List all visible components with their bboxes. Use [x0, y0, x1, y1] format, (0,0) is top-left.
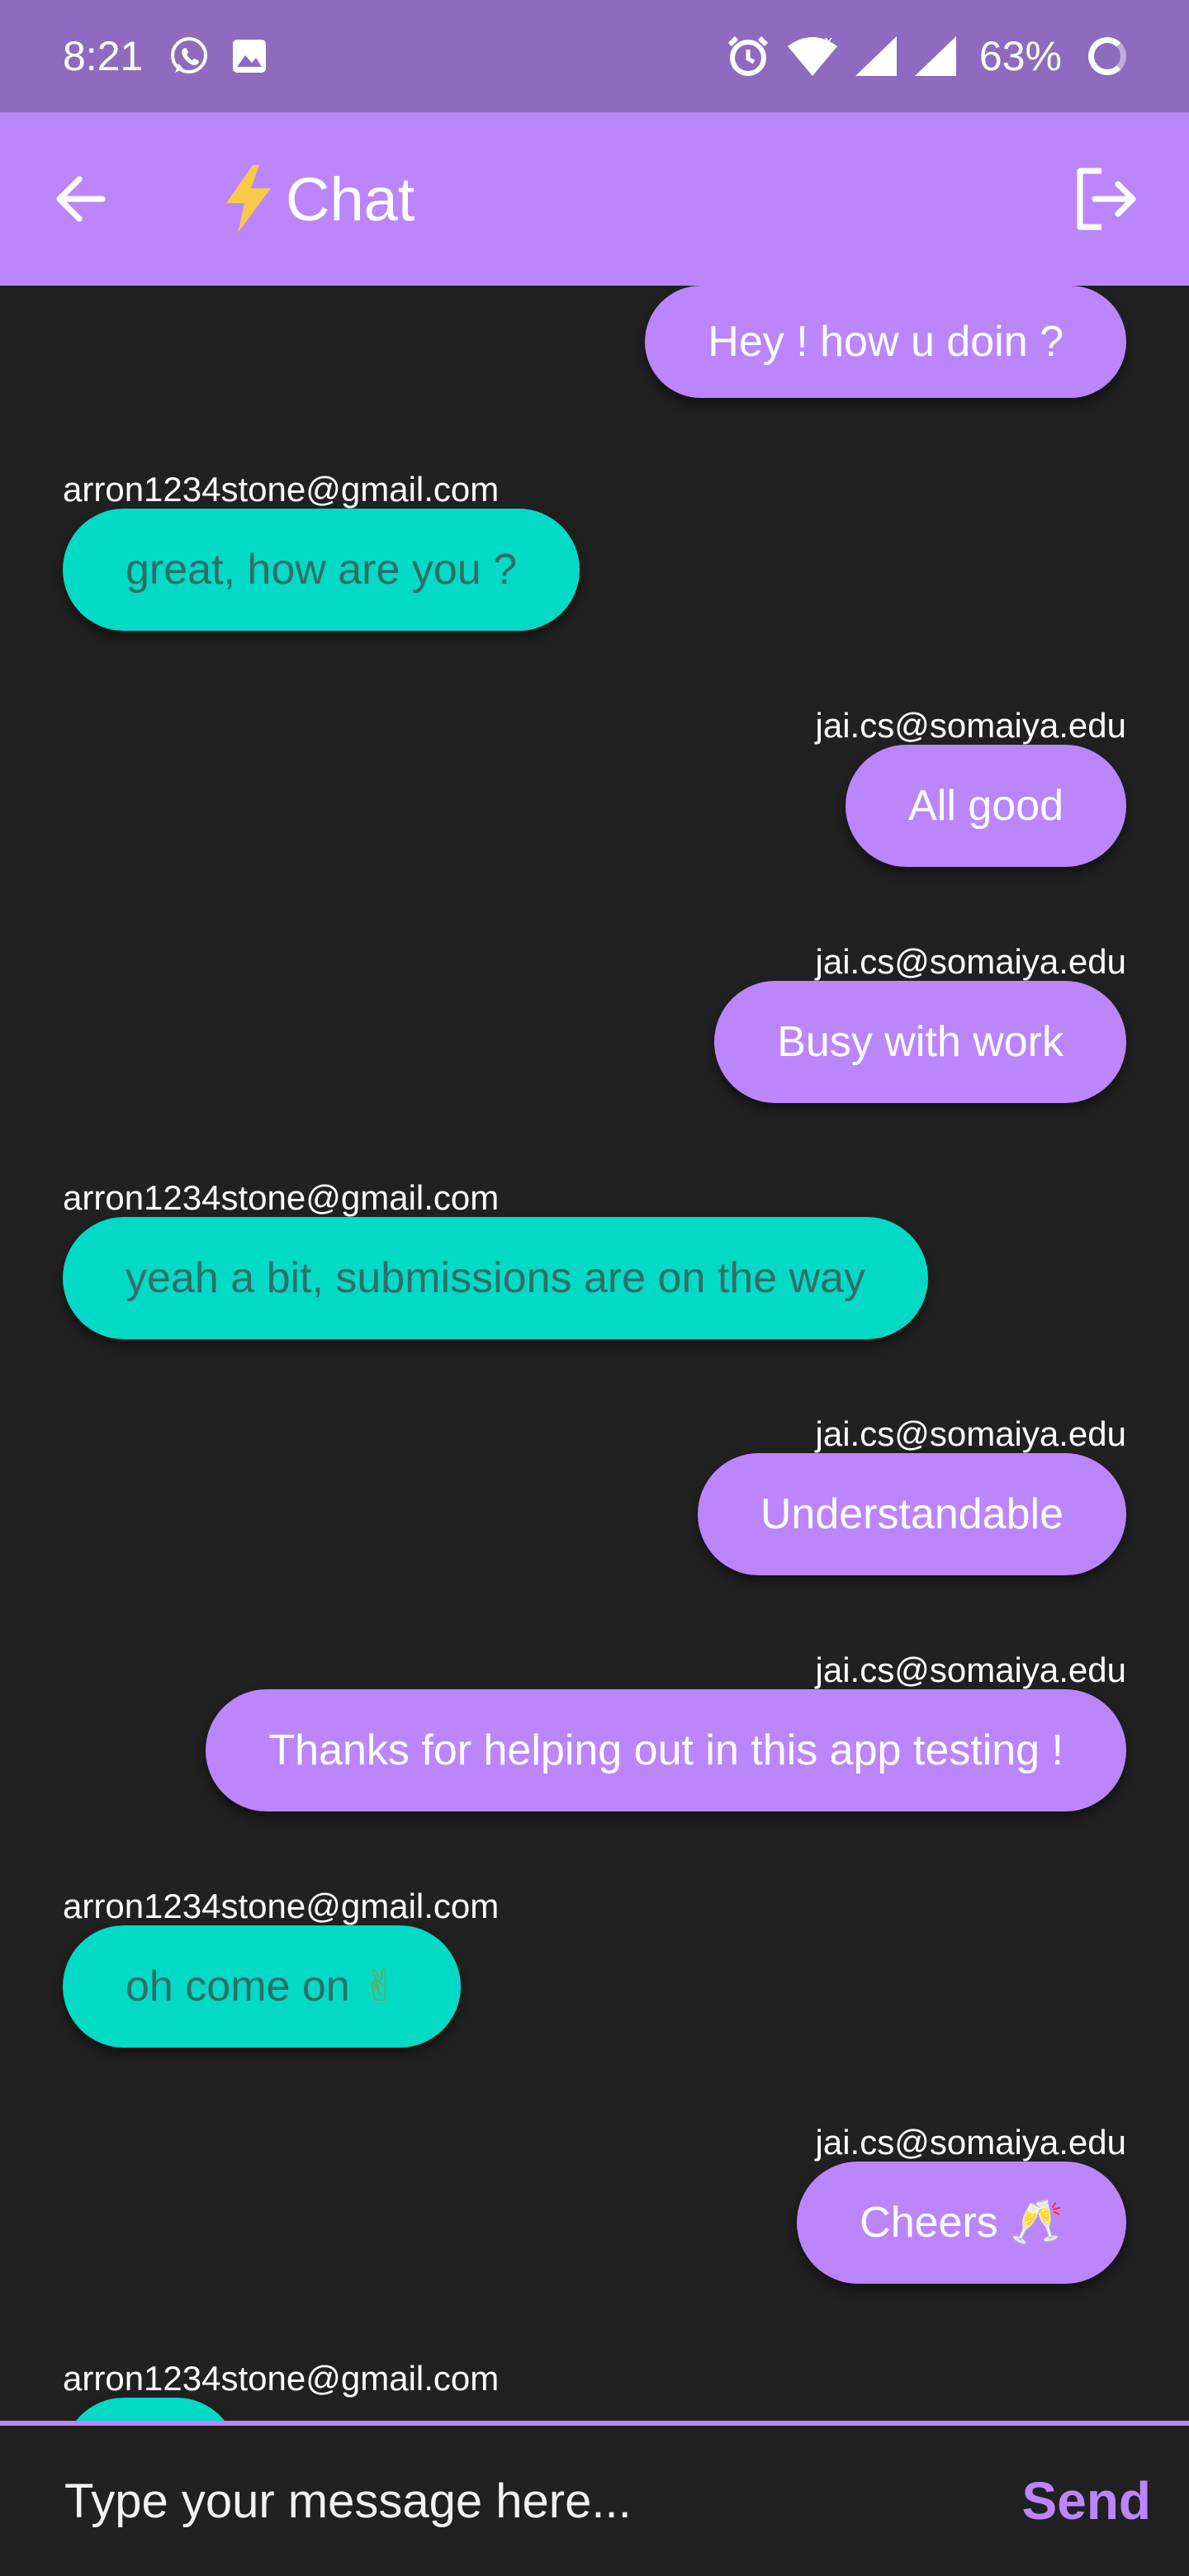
message-bubble[interactable]: yeah a bit, submissions are on the way [63, 1217, 929, 1339]
message-item: jai.cs@somaiya.edu Thanks for helping ou… [206, 1651, 1126, 1811]
message-sender: jai.cs@somaiya.edu [815, 1650, 1126, 1689]
message-sender: arron1234stone@gmail.com [63, 470, 500, 509]
message-text: Understandable [760, 1490, 1063, 1538]
message-item: Hey ! how u doin ? [645, 286, 1126, 398]
battery-icon [1088, 37, 1126, 75]
message-item: jai.cs@somaiya.edu All good [816, 707, 1126, 867]
message-item: arron1234stone@gmail.com oh come on ✌ [63, 1887, 499, 2048]
message-item: jai.cs@somaiya.edu Understandable [697, 1414, 1126, 1575]
message-text: Hey ! how u doin ? [708, 318, 1063, 366]
app-bar: Chat [0, 112, 1189, 286]
svg-text:x: x [824, 35, 833, 50]
message-sender: jai.cs@somaiya.edu [815, 706, 1126, 745]
message-bubble[interactable]: Hey ! how u doin ? [645, 286, 1126, 398]
image-icon [233, 40, 267, 73]
send-button[interactable]: Send [1022, 2470, 1151, 2531]
status-notification-icons [168, 35, 268, 78]
status-bar: 8:21 x 63% [0, 0, 1189, 112]
app-title: Chat [286, 164, 415, 234]
message-bubble[interactable]: great, how are you ? [63, 509, 580, 631]
message-text: oh come on [126, 1963, 350, 2010]
message-bubble[interactable]: Thanks for helping out in this app testi… [206, 1689, 1126, 1811]
message-item: jai.cs@somaiya.edu Cheers 🥂 [797, 2124, 1126, 2284]
message-sender: arron1234stone@gmail.com [63, 1887, 500, 1925]
message-bubble[interactable] [63, 2398, 238, 2421]
message-item: arron1234stone@gmail.com [63, 2360, 499, 2421]
page-title: Chat [220, 163, 414, 234]
alarm-icon [727, 36, 769, 76]
status-system-icons: x 63% [725, 32, 1126, 80]
message-bubble[interactable]: oh come on ✌ [63, 1925, 461, 2048]
message-item: jai.cs@somaiya.edu Busy with work [714, 943, 1126, 1103]
message-text: Busy with work [777, 1018, 1063, 1066]
message-input[interactable] [63, 2472, 1022, 2530]
whatsapp-icon [171, 37, 208, 73]
message-text: great, how are you ? [126, 546, 518, 594]
message-composer: Send [0, 2421, 1189, 2576]
message-text: Thanks for helping out in this app testi… [268, 1726, 1063, 1774]
champagne-glasses-icon: 🥂 [1010, 2198, 1063, 2247]
message-item: arron1234stone@gmail.com yeah a bit, sub… [63, 1178, 929, 1339]
message-bubble[interactable]: Understandable [697, 1453, 1126, 1575]
status-time: 8:21 [63, 33, 144, 79]
battery-percent: 63% [978, 33, 1062, 79]
victory-hand-icon: ✌ [362, 1962, 398, 2011]
message-sender: arron1234stone@gmail.com [63, 1178, 500, 1217]
lightning-icon [226, 165, 271, 233]
message-item: arron1234stone@gmail.com great, how are … [63, 471, 580, 631]
message-list[interactable]: Hey ! how u doin ? arron1234stone@gmail.… [0, 286, 1189, 2421]
message-sender: jai.cs@somaiya.edu [815, 2123, 1126, 2162]
message-sender: arron1234stone@gmail.com [63, 2359, 500, 2398]
message-bubble[interactable]: Cheers 🥂 [797, 2162, 1126, 2284]
wifi-icon: x [787, 35, 837, 76]
message-text: Cheers [860, 2199, 998, 2247]
message-text: All good [908, 782, 1063, 830]
signal-icon-2 [914, 36, 956, 76]
back-arrow-icon[interactable] [50, 168, 112, 230]
message-bubble[interactable]: Busy with work [714, 981, 1126, 1103]
message-sender: jai.cs@somaiya.edu [815, 942, 1126, 981]
message-bubble[interactable]: All good [846, 745, 1126, 867]
signal-icon [855, 36, 897, 76]
message-text: yeah a bit, submissions are on the way [126, 1254, 866, 1302]
message-sender: jai.cs@somaiya.edu [815, 1414, 1126, 1453]
logout-icon[interactable] [1070, 164, 1139, 234]
